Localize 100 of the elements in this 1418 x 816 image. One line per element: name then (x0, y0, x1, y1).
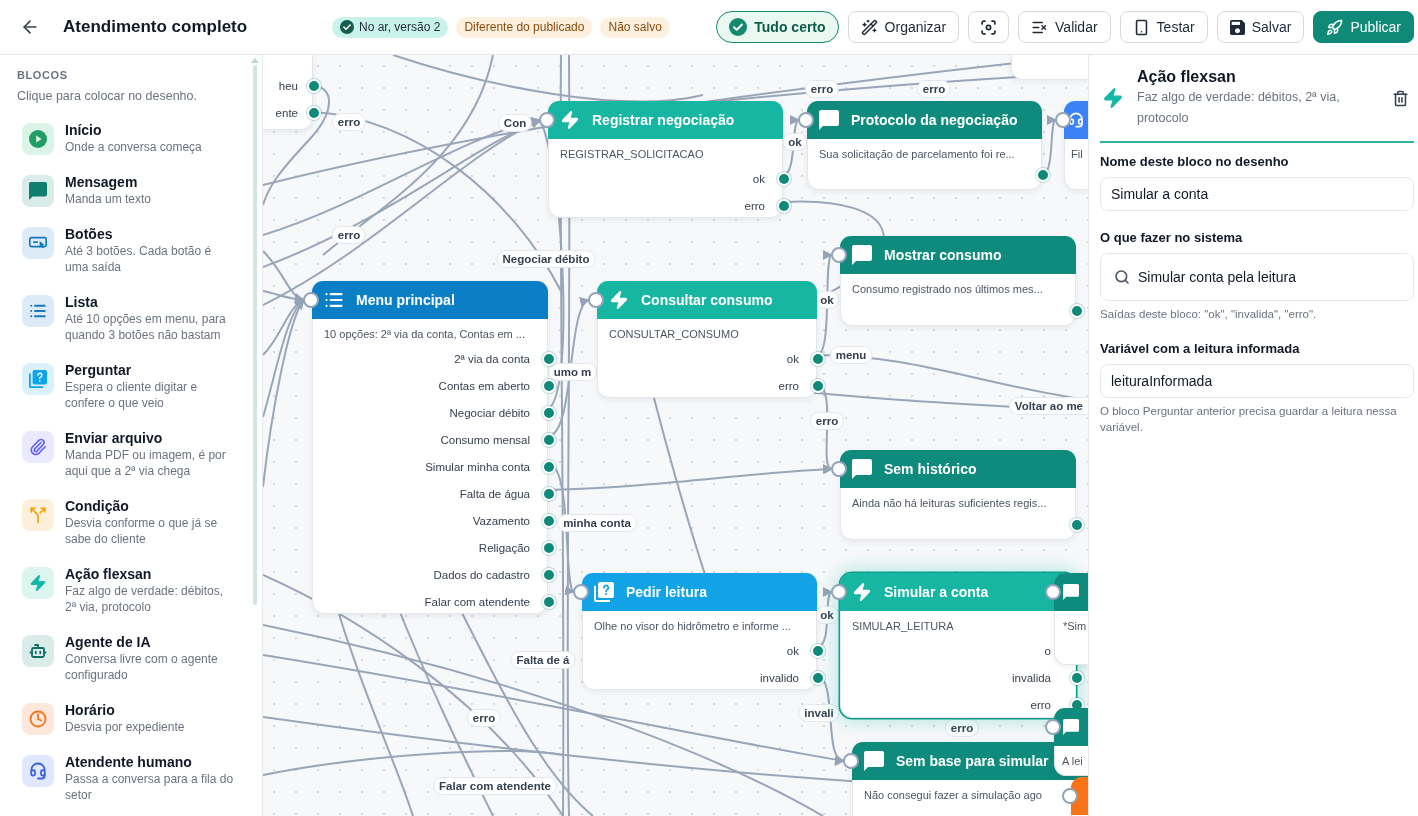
flow-node[interactable] (312, 281, 548, 614)
output-label: invalido (760, 671, 799, 684)
block-description: Passa a conversa para a fila do setor (65, 771, 235, 803)
scrollbar-thumb[interactable] (253, 65, 257, 605)
output-label: Vazamento (472, 514, 530, 527)
edge-label: erro (466, 709, 502, 727)
output-handle[interactable] (1070, 304, 1084, 318)
block-title[interactable]: Lista (65, 294, 237, 311)
edge-label: erro (916, 80, 952, 98)
flow-node[interactable]: Fil (1064, 101, 1088, 190)
node-title: Simular a conta (884, 584, 989, 600)
output-handle[interactable] (811, 670, 825, 685)
output-handle[interactable] (542, 351, 556, 366)
block-title[interactable]: Condição (65, 498, 237, 515)
play-icon[interactable] (22, 123, 54, 155)
flow-node[interactable] (1011, 55, 1088, 80)
output-handle[interactable] (777, 198, 791, 213)
field-hint: O bloco Perguntar anterior precisa guardar a leitura nessa variável. (1100, 404, 1398, 435)
clock-icon[interactable] (22, 703, 54, 735)
output-handle[interactable] (542, 540, 556, 555)
text-field[interactable]: leituraInformada (1100, 364, 1414, 398)
headset-icon (1068, 110, 1084, 130)
flow-node[interactable]: Pedir leitura Olhe no visor do hidrômetro e informe ... ok invalido (582, 573, 817, 690)
output-handle[interactable] (307, 105, 321, 120)
flow-node[interactable]: Protocolo da negociação Sua solicitação de parcelamento foi re... (807, 101, 1042, 190)
flow-node[interactable]: Sem histórico Ainda não há leituras suficientes regis... (840, 450, 1076, 540)
test-button[interactable]: Testar (1119, 11, 1208, 43)
block-title[interactable]: Atendente humano (65, 754, 237, 771)
chat-bubble-icon[interactable] (22, 175, 54, 207)
input-handle[interactable] (1055, 112, 1071, 128)
input-handle[interactable] (831, 247, 847, 263)
list-icon[interactable] (22, 295, 54, 327)
output-handle[interactable] (542, 567, 556, 582)
trash-icon[interactable] (1391, 89, 1409, 107)
lightning-icon (852, 582, 872, 602)
focus-button[interactable] (968, 11, 1010, 43)
output-handle[interactable] (542, 513, 556, 528)
output-label: erro (778, 379, 799, 392)
input-handle[interactable] (539, 112, 555, 128)
edge-label: Falta de á (510, 651, 576, 669)
input-handle[interactable] (798, 112, 814, 128)
input-handle[interactable] (843, 753, 859, 769)
input-handle[interactable] (1045, 719, 1061, 735)
section-title: BLOCOS (17, 68, 69, 82)
block-title[interactable]: Enviar arquivo (65, 430, 237, 447)
flow-node[interactable]: Registrar negociação REGISTRAR_SOLICITACAO ok erro (548, 101, 783, 218)
organize-button[interactable]: Organizar (847, 11, 960, 43)
node-text: REGISTRAR_SOLICITACAO (559, 147, 705, 162)
search-icon (1114, 269, 1130, 285)
block-title[interactable]: Agente de IA (65, 634, 237, 651)
section-hint: Clique para colocar no desenho. (17, 88, 198, 104)
output-label: ente (275, 106, 298, 119)
flow-node[interactable]: A lei (1054, 708, 1088, 776)
edge-label: umo m (547, 363, 598, 381)
question-icon[interactable] (22, 363, 54, 395)
block-title[interactable]: Botões (65, 226, 237, 243)
edge-label: Negociar débito (496, 250, 596, 268)
block-title[interactable]: Mensagem (65, 174, 237, 191)
output-label: heu (278, 79, 298, 92)
edge-label: Falar com atendente (433, 777, 557, 795)
input-handle[interactable] (831, 461, 847, 477)
status-button[interactable]: Tudo certo (716, 11, 839, 43)
text-field[interactable]: Simular a conta (1100, 177, 1414, 211)
chat-bubble-icon (852, 245, 872, 265)
input-handle[interactable] (573, 584, 589, 600)
split-arrows-icon[interactable] (22, 499, 54, 531)
output-label: Contas em aberto (438, 379, 530, 392)
block-description: Até 10 opções em menu, para quando 3 botões não bastam (65, 311, 227, 343)
input-handle[interactable] (588, 292, 604, 308)
validate-button[interactable]: Validar (1018, 11, 1111, 43)
flow-node[interactable]: *Sim (1054, 573, 1088, 665)
paperclip-icon[interactable] (22, 431, 54, 463)
cursor-box-icon[interactable] (22, 227, 54, 259)
publish-button[interactable]: Publicar (1313, 11, 1414, 43)
input-handle[interactable] (831, 584, 847, 600)
output-handle[interactable] (542, 594, 556, 609)
node-text: CONSULTAR_CONSUMO (608, 327, 740, 342)
robot-icon[interactable] (22, 635, 54, 667)
block-title[interactable]: Início (65, 122, 237, 139)
output-handle[interactable] (542, 459, 556, 474)
block-title[interactable]: Perguntar (65, 362, 237, 379)
input-handle[interactable] (303, 292, 319, 308)
output-handle[interactable] (1070, 518, 1084, 532)
flow-node[interactable]: heu ente (263, 55, 313, 130)
output-label: ok (786, 352, 799, 365)
output-label: Religação (478, 541, 530, 554)
block-title[interactable]: Ação flexsan (65, 566, 237, 583)
search-field[interactable]: Simular conta pela leitura (1100, 253, 1414, 301)
output-handle[interactable] (307, 78, 321, 93)
lightning-icon[interactable] (22, 567, 54, 599)
flow-node[interactable]: Mostrar consumo Consumo registrado nos últimos mes... (840, 236, 1076, 326)
lightning-icon (609, 290, 629, 310)
headset-icon[interactable] (22, 755, 54, 787)
output-label: ok (752, 172, 765, 185)
output-handle[interactable] (542, 486, 556, 501)
output-label: o (1044, 644, 1051, 657)
field-hint: Saídas deste bloco: "ok", "invalida", "erro". (1100, 307, 1318, 322)
block-title[interactable]: Horário (65, 702, 237, 719)
flow-node[interactable]: Consultar consumo CONSULTAR_CONSUMO ok erro (597, 281, 817, 398)
save-button[interactable]: Salvar (1216, 11, 1305, 43)
